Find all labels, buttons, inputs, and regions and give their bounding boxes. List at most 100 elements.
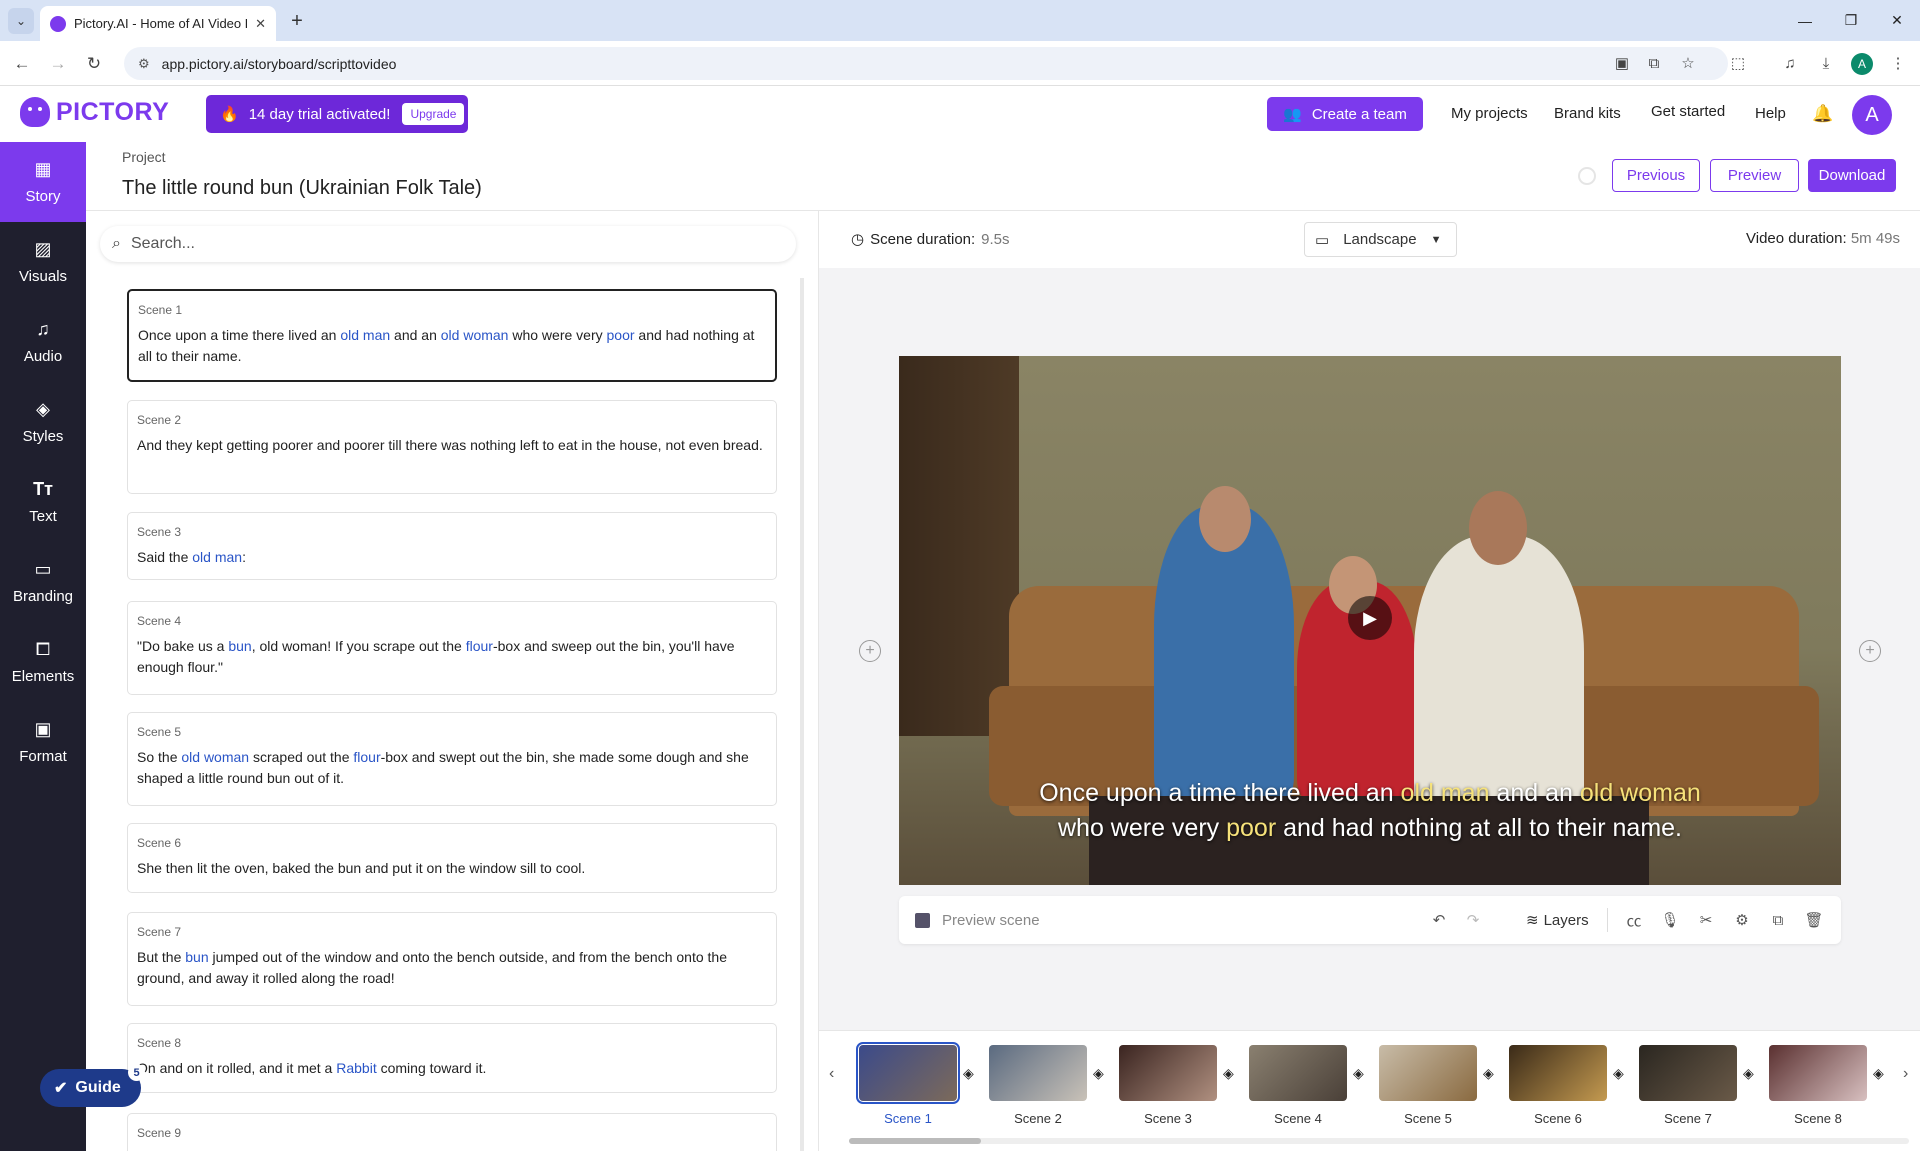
- preview-button[interactable]: Preview: [1710, 159, 1799, 192]
- reload-button[interactable]: ↻: [80, 50, 108, 78]
- nav-brand-kits[interactable]: Brand kits: [1554, 105, 1621, 122]
- create-team-button[interactable]: 👥 Create a team: [1267, 97, 1423, 131]
- browser-profile-avatar[interactable]: A: [1851, 53, 1873, 75]
- timeline-scene-label[interactable]: Scene 6: [1509, 1111, 1607, 1126]
- notification-bell-icon[interactable]: 🔔: [1812, 104, 1833, 124]
- closed-captions-icon[interactable]: ㏄: [1623, 909, 1645, 931]
- scene-card-text[interactable]: On and on it rolled, and it met a Rabbit…: [137, 1058, 767, 1079]
- rail-item-text[interactable]: Tт Text: [0, 462, 86, 542]
- scene-caption[interactable]: Once upon a time there lived an old man …: [899, 776, 1841, 846]
- camera-blocked-icon[interactable]: ▣: [1610, 51, 1634, 75]
- rail-item-elements[interactable]: ⧠ Elements: [0, 622, 86, 702]
- timeline-thumbnail[interactable]: [989, 1045, 1087, 1101]
- site-info-icon[interactable]: ⚙: [138, 56, 150, 72]
- transition-icon[interactable]: ◈: [1743, 1065, 1754, 1082]
- timeline-thumbnail[interactable]: [1509, 1045, 1607, 1101]
- scene-card[interactable]: Scene 8 On and on it rolled, and it met a…: [127, 1023, 777, 1093]
- scene-keyword[interactable]: old man: [192, 549, 242, 565]
- rail-item-visuals[interactable]: ▨ Visuals: [0, 222, 86, 302]
- project-title[interactable]: The little round bun (Ukrainian Folk Tal…: [122, 177, 482, 200]
- preview-scene-checkbox[interactable]: [915, 913, 930, 928]
- bookmark-star-icon[interactable]: ☆: [1676, 51, 1700, 75]
- timeline-thumbnail[interactable]: [1769, 1045, 1867, 1101]
- scene-card-text[interactable]: But the bun jumped out of the window and…: [137, 947, 767, 989]
- previous-button[interactable]: Previous: [1612, 159, 1700, 192]
- timeline-scene-label[interactable]: Scene 7: [1639, 1111, 1737, 1126]
- scene-search[interactable]: ⌕ Search...: [100, 226, 796, 262]
- scene-keyword[interactable]: flour: [466, 638, 493, 654]
- timeline-scene-label[interactable]: Scene 8: [1769, 1111, 1867, 1126]
- delete-scene-icon[interactable]: 🗑: [1803, 909, 1825, 931]
- download-button[interactable]: Download: [1808, 159, 1896, 192]
- upgrade-button[interactable]: Upgrade: [402, 103, 465, 125]
- restore-button[interactable]: ❐: [1828, 0, 1874, 41]
- scene-card[interactable]: Scene 7 But the bun jumped out of the win…: [127, 912, 777, 1006]
- scene-card[interactable]: Scene 4 "Do bake us a bun, old woman! If …: [127, 601, 777, 695]
- scene-preview[interactable]: ▶ Once upon a time there lived an old ma…: [899, 356, 1841, 885]
- search-input[interactable]: Search...: [131, 235, 195, 253]
- media-controls-icon[interactable]: ♫: [1778, 51, 1802, 75]
- timeline-next-icon[interactable]: ›: [1903, 1065, 1908, 1083]
- scene-card[interactable]: Scene 1 Once upon a time there lived an o…: [127, 289, 777, 382]
- transition-icon[interactable]: ◈: [1483, 1065, 1494, 1082]
- timeline-thumbnail[interactable]: [1639, 1045, 1737, 1101]
- add-scene-before-icon[interactable]: +: [859, 640, 881, 662]
- duplicate-scene-icon[interactable]: ⧉: [1767, 909, 1789, 931]
- orientation-select[interactable]: ▭ Landscape ▼: [1304, 222, 1457, 257]
- scene-card-text[interactable]: So the old woman scraped out the flour-b…: [137, 747, 767, 789]
- timeline-scroll-thumb[interactable]: [849, 1138, 981, 1144]
- rail-item-format[interactable]: ▣ Format: [0, 702, 86, 782]
- play-icon[interactable]: ▶: [1348, 596, 1392, 640]
- timeline-scrollbar[interactable]: [849, 1138, 1909, 1144]
- scene-card-text[interactable]: She then lit the oven, baked the bun and…: [137, 858, 767, 879]
- transition-icon[interactable]: ◈: [1353, 1065, 1364, 1082]
- browser-tab[interactable]: Pictory.AI - Home of AI Video E ✕: [40, 6, 276, 41]
- timeline-scene-label[interactable]: Scene 1: [859, 1111, 957, 1126]
- scene-keyword[interactable]: old woman: [441, 327, 509, 343]
- scene-keyword[interactable]: bun: [228, 638, 251, 654]
- scene-list-scrollbar[interactable]: [800, 278, 804, 1151]
- scene-keyword[interactable]: bun: [185, 949, 208, 965]
- scene-card[interactable]: Scene 2 And they kept getting poorer and …: [127, 400, 777, 494]
- split-scene-icon[interactable]: ✂: [1695, 909, 1717, 931]
- rail-item-story[interactable]: ▦ Story: [0, 142, 86, 222]
- minimize-button[interactable]: —: [1782, 0, 1828, 41]
- url-field[interactable]: ⚙ app.pictory.ai/storyboard/scripttovide…: [124, 47, 1728, 80]
- layers-button[interactable]: ≋ Layers: [1526, 911, 1589, 930]
- transition-icon[interactable]: ◈: [1613, 1065, 1624, 1082]
- tab-close-icon[interactable]: ✕: [255, 16, 266, 32]
- scene-keyword[interactable]: flour: [353, 749, 380, 765]
- scene-card-text[interactable]: Said the old man:: [137, 547, 767, 568]
- scene-keyword[interactable]: old man: [340, 327, 390, 343]
- close-window-button[interactable]: ✕: [1874, 0, 1920, 41]
- rail-item-audio[interactable]: ♫ Audio: [0, 302, 86, 382]
- redo-icon[interactable]: ↷: [1462, 909, 1484, 931]
- timeline-scene-label[interactable]: Scene 4: [1249, 1111, 1347, 1126]
- timeline-scene-label[interactable]: Scene 2: [989, 1111, 1087, 1126]
- scene-keyword[interactable]: old woman: [181, 749, 249, 765]
- microphone-icon[interactable]: 🎙: [1659, 909, 1681, 931]
- timeline-scene-label[interactable]: Scene 3: [1119, 1111, 1217, 1126]
- transition-icon[interactable]: ◈: [1223, 1065, 1234, 1082]
- new-tab-button[interactable]: +: [284, 8, 310, 34]
- pictory-logo[interactable]: PICTORY: [20, 97, 169, 127]
- scene-card-text[interactable]: "Do bake us a bun, old woman! If you scr…: [137, 636, 767, 678]
- scene-settings-icon[interactable]: ⚙: [1731, 909, 1753, 931]
- timeline-thumbnail[interactable]: [1119, 1045, 1217, 1101]
- scene-card[interactable]: Scene 9: [127, 1113, 777, 1151]
- user-avatar[interactable]: A: [1852, 95, 1892, 135]
- extensions-icon[interactable]: ⬚: [1726, 51, 1750, 75]
- timeline-thumbnail[interactable]: [856, 1042, 960, 1104]
- forward-button[interactable]: →: [44, 50, 72, 78]
- scene-keyword[interactable]: Rabbit: [336, 1060, 376, 1076]
- transition-icon[interactable]: ◈: [963, 1065, 974, 1082]
- nav-get-started[interactable]: Get started: [1651, 103, 1725, 120]
- rail-item-styles[interactable]: ◈ Styles: [0, 382, 86, 462]
- scene-card-text[interactable]: Once upon a time there lived an old man …: [138, 325, 766, 367]
- tab-search-button[interactable]: ⌄: [8, 8, 34, 34]
- downloads-icon[interactable]: ⤓: [1814, 51, 1838, 75]
- nav-my-projects[interactable]: My projects: [1451, 105, 1528, 122]
- timeline-prev-icon[interactable]: ‹: [829, 1065, 834, 1083]
- scene-card[interactable]: Scene 6 She then lit the oven, baked the …: [127, 823, 777, 893]
- install-app-icon[interactable]: ⧉: [1642, 51, 1666, 75]
